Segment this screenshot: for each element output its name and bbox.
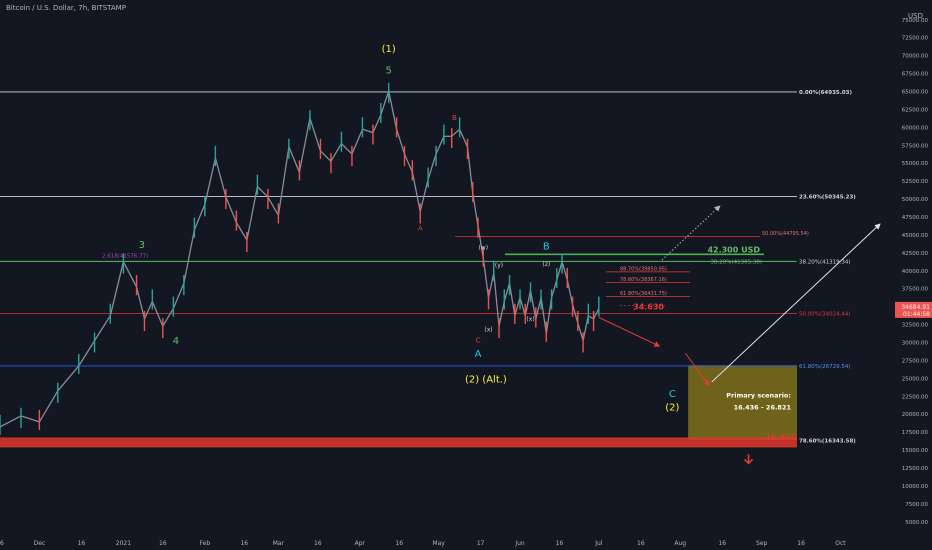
price-scale-tick: 60000.00: [902, 125, 929, 131]
target-label: 42.300 USD: [707, 245, 760, 254]
price-scale-tick: 37500.00: [902, 287, 929, 293]
chart-window: Primary scenario: 16.436 - 26.821 0.00%(6…: [0, 0, 932, 550]
wave-label: (1): [382, 44, 396, 55]
symbol-header: Bitcoin / U.S. Dollar, 7h, BITSTAMP: [6, 4, 126, 12]
price-scale-tick: 17500.00: [902, 430, 929, 436]
time-axis-label: Jun: [514, 540, 525, 547]
time-axis-label: Oct: [835, 540, 846, 547]
price-scale-tick: 52500.00: [902, 179, 929, 185]
time-axis-label: Apr: [355, 540, 366, 547]
time-axis-label: 16: [78, 540, 86, 547]
small-fib-label: 50.00%(44795.54): [762, 231, 809, 237]
time-axis-label: 16: [314, 540, 322, 547]
wave-label: (w): [478, 244, 488, 251]
time-axis-label: 16: [718, 540, 726, 547]
wave-label: (z): [542, 261, 550, 268]
price-scale-tick: 27500.00: [902, 358, 929, 364]
time-axis-label: 16: [395, 540, 403, 547]
wave-label: 3: [139, 240, 145, 251]
fib-level-label: 50.00%(34024.44): [799, 312, 851, 318]
price-scale-tick: 25000.00: [902, 376, 929, 382]
price-scale-tick: 5000.00: [905, 520, 928, 526]
price-line: [0, 90, 600, 428]
price-scale-tick: 10000.00: [902, 484, 929, 490]
countdown-label: 01:44:58: [903, 311, 930, 318]
price-scale-tick: 47500.00: [902, 215, 929, 221]
time-axis-label: Dec: [34, 540, 46, 547]
time-axis-label: 16: [556, 540, 564, 547]
price-scale-tick: 32500.00: [902, 323, 929, 329]
wave-label: B: [543, 241, 550, 252]
price-scale-tick: 55000.00: [902, 161, 929, 167]
price-scale-tick: 50000.00: [902, 197, 929, 203]
time-axis-label: 16: [159, 540, 167, 547]
wave-label: C: [476, 336, 481, 344]
fib-level-label: 38.20%(41319.34): [799, 259, 851, 265]
time-axis-label: 2021: [116, 540, 131, 547]
wave-label: A: [418, 225, 423, 233]
price-scale-tick: 12500.00: [902, 466, 929, 472]
wave-label: (2) (Alt.): [465, 375, 507, 386]
left-fib-label: 2.618(41576.77): [102, 253, 148, 259]
time-axis-label: 16: [240, 540, 248, 547]
scenario-box-layer: Primary scenario: 16.436 - 26.821: [688, 365, 797, 440]
price-scale-tick: 7500.00: [905, 502, 928, 508]
price-scale[interactable]: 75000.0072500.0070000.0067500.0065000.00…: [893, 0, 932, 550]
price-scale-tick: 62500.00: [902, 107, 929, 113]
price-scale-tick: 20000.00: [902, 412, 929, 418]
wave-labels-layer: (1)534ABCA(2) (Alt.)(w)(x)(y)(x)(z)BC(2): [139, 44, 680, 414]
wave-label: A: [475, 349, 482, 360]
small-fib-label: 88.70%(39850.95): [620, 266, 667, 272]
support-band: [0, 437, 797, 448]
time-axis[interactable]: 16 Dec 16 2021 16 Feb 16 Mar 16 Apr 16 May 17 Jun 16 Ju…: [0, 536, 932, 550]
price-scale-tick: 42500.00: [902, 251, 929, 257]
wave-label: (x): [484, 327, 492, 334]
price-scale-tick: 45000.00: [902, 233, 929, 239]
time-axis-label: 16: [637, 540, 645, 547]
price-tag-label: 16.400: [766, 433, 798, 443]
price-scale-tick: 65000.00: [902, 89, 929, 95]
wave-label: C: [669, 389, 676, 400]
time-axis-label: Jul: [594, 540, 603, 547]
price-scale-tick: 30000.00: [902, 340, 929, 346]
breakdown-arrow: [743, 454, 754, 465]
price-series-layer: [0, 82, 600, 436]
price-scale-tick: 57500.00: [902, 143, 929, 149]
fib-level-label: 23.60%(50345.23): [799, 195, 856, 201]
small-fib-label: 38.20%(41305.38): [710, 259, 762, 265]
wave-label: (x): [526, 316, 534, 323]
time-axis-label: Sep: [756, 540, 768, 547]
small-fib-label: 78.60%(38367.16): [620, 277, 667, 283]
small-fib-label: 61.80%(36431.75): [620, 291, 667, 297]
scenario-box-range: 16.436 - 26.821: [734, 403, 792, 411]
time-axis-label: Mar: [273, 540, 285, 547]
time-axis-label: 16: [797, 540, 805, 547]
currency-unit-label: USD: [908, 12, 923, 20]
price-scale-tick: 22500.00: [902, 394, 929, 400]
fib-level-label: 78.60%(16343.58): [799, 438, 856, 444]
time-axis-label: 16: [0, 540, 4, 547]
wave-label: (2): [665, 403, 679, 414]
time-axis-label: Aug: [674, 540, 686, 547]
wave-label: (y): [495, 262, 503, 269]
last-price-label: 34684.91: [901, 304, 930, 311]
price-scale-tick: 40000.00: [902, 269, 929, 275]
price-scale-tick: 70000.00: [902, 54, 929, 60]
wave-label: B: [452, 114, 457, 122]
price-scale-tick: 72500.00: [902, 36, 929, 42]
price-scale-tick: 15000.00: [902, 448, 929, 454]
time-axis-label: 17: [477, 540, 485, 547]
fib-level-label: 0.00%(64935.03): [799, 90, 852, 96]
time-axis-label: May: [432, 540, 445, 547]
wave-label: 5: [386, 66, 392, 77]
time-axis-label: Feb: [200, 540, 211, 547]
scenario-box-title: Primary scenario:: [726, 391, 791, 399]
chart-canvas[interactable]: Primary scenario: 16.436 - 26.821 0.00%(6…: [0, 0, 932, 550]
time-axis-bg: [0, 536, 932, 550]
fib-level-label: 61.80%(26729.54): [799, 364, 851, 370]
wave-label: 4: [173, 336, 179, 347]
projection-arrow-down: [598, 316, 661, 347]
price-scale-tick: 67500.00: [902, 72, 929, 78]
price-tag-label: 34.630: [633, 302, 664, 311]
